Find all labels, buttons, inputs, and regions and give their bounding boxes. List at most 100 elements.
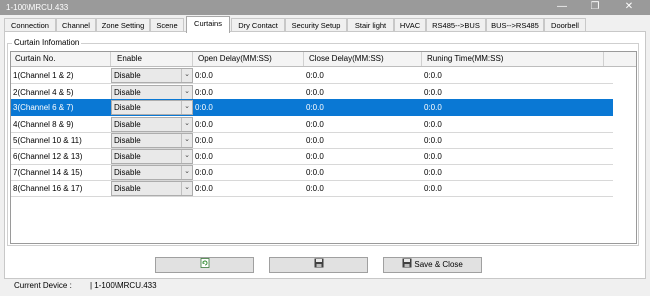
col-curtain-no: Curtain No. [15,54,56,63]
tab-connection[interactable]: Connection [4,18,56,32]
running-time[interactable]: 0:0.0 [424,168,442,177]
enable-value: Disable [114,103,141,112]
enable-value: Disable [114,136,141,145]
enable-value: Disable [114,152,141,161]
save-and-close-label: Save & Close [414,260,463,269]
tab-dry-contact[interactable]: Dry Contact [231,18,285,32]
curtain-no: 4(Channel 8 & 9) [13,120,74,129]
chevron-down-icon[interactable]: ⌄ [181,182,192,195]
running-time[interactable]: 0:0.0 [424,136,442,145]
save-and-close-button[interactable]: Save & Close [383,257,482,273]
table-row[interactable]: 7(Channel 14 & 15) Disable ⌄ 0:0.0 0:0.0 … [11,164,613,181]
col-enable: Enable [117,54,142,63]
current-device-value: | 1-100\MRCU.433 [90,281,157,290]
chevron-down-icon[interactable]: ⌄ [181,166,192,179]
minimize-icon[interactable]: — [555,1,569,13]
curtain-no: 3(Channel 6 & 7) [13,103,74,112]
current-device-label: Current Device : [14,281,72,290]
open-delay[interactable]: 0:0.0 [195,88,213,97]
curtain-no: 1(Channel 1 & 2) [13,71,74,80]
chevron-down-icon[interactable]: ⌄ [181,134,192,147]
running-time[interactable]: 0:0.0 [424,88,442,97]
running-time[interactable]: 0:0.0 [424,71,442,80]
open-delay[interactable]: 0:0.0 [195,103,213,112]
window-title: 1-100\MRCU.433 [6,3,69,12]
tab-hvac[interactable]: HVAC [394,18,426,32]
chevron-down-icon[interactable]: ⌄ [181,150,192,163]
col-divider [303,52,304,66]
open-delay[interactable]: 0:0.0 [195,120,213,129]
enable-value: Disable [114,184,141,193]
tab-curtains[interactable]: Curtains [186,16,230,33]
table-row[interactable]: 4(Channel 8 & 9) Disable ⌄ 0:0.0 0:0.0 0:… [11,116,613,133]
open-delay[interactable]: 0:0.0 [195,168,213,177]
running-time[interactable]: 0:0.0 [424,103,442,112]
curtain-no: 6(Channel 12 & 13) [13,152,83,161]
curtain-no: 7(Channel 14 & 15) [13,168,83,177]
tab-security-setup[interactable]: Security Setup [285,18,347,32]
floppy-disk-icon [314,258,323,268]
close-delay[interactable]: 0:0.0 [306,136,324,145]
enable-value: Disable [114,88,141,97]
enable-dropdown[interactable]: Disable ⌄ [111,100,193,115]
refresh-icon [200,258,209,268]
chevron-down-icon[interactable]: ⌄ [181,101,192,114]
close-delay[interactable]: 0:0.0 [306,71,324,80]
open-delay[interactable]: 0:0.0 [195,71,213,80]
enable-value: Disable [114,120,141,129]
save-button[interactable] [269,257,368,273]
table-row[interactable]: 5(Channel 10 & 11) Disable ⌄ 0:0.0 0:0.0 … [11,132,613,149]
close-delay[interactable]: 0:0.0 [306,120,324,129]
tab-bus-to-rs485[interactable]: BUS-->RS485 [486,18,544,32]
open-delay[interactable]: 0:0.0 [195,152,213,161]
close-delay[interactable]: 0:0.0 [306,152,324,161]
col-divider [421,52,422,66]
col-open-delay: Open Delay(MM:SS) [198,54,272,63]
close-icon[interactable]: ✕ [622,1,636,13]
enable-dropdown[interactable]: Disable ⌄ [111,85,193,100]
curtain-no: 8(Channel 16 & 17) [13,184,83,193]
curtain-no: 2(Channel 4 & 5) [13,88,74,97]
running-time[interactable]: 0:0.0 [424,120,442,129]
enable-dropdown[interactable]: Disable ⌄ [111,68,193,83]
enable-dropdown[interactable]: Disable ⌄ [111,165,193,180]
running-time[interactable]: 0:0.0 [424,184,442,193]
refresh-button[interactable] [155,257,254,273]
chevron-down-icon[interactable]: ⌄ [181,86,192,99]
title-bar: 1-100\MRCU.433 — ❐ ✕ [0,0,650,15]
enable-dropdown[interactable]: Disable ⌄ [111,149,193,164]
tab-doorbell[interactable]: Doorbell [544,18,586,32]
tab-scene[interactable]: Scene [150,18,184,32]
restore-icon[interactable]: ❐ [588,1,602,13]
chevron-down-icon[interactable]: ⌄ [181,69,192,82]
tab-rs485-to-bus[interactable]: RS485-->BUS [426,18,486,32]
close-delay[interactable]: 0:0.0 [306,88,324,97]
table-row[interactable]: 8(Channel 16 & 17) Disable ⌄ 0:0.0 0:0.0 … [11,180,613,197]
table-row[interactable]: 6(Channel 12 & 13) Disable ⌄ 0:0.0 0:0.0 … [11,148,613,165]
enable-dropdown[interactable]: Disable ⌄ [111,117,193,132]
table-header: Curtain No. Enable Open Delay(MM:SS) Clo… [11,52,636,67]
close-delay[interactable]: 0:0.0 [306,168,324,177]
tab-zone-setting[interactable]: Zone Setting [96,18,150,32]
curtain-no: 5(Channel 10 & 11) [13,136,82,145]
tab-stair-light[interactable]: Stair light [347,18,394,32]
table-row-selected[interactable]: 3(Channel 6 & 7) Disable ⌄ 0:0.0 0:0.0 0:… [11,99,613,116]
col-divider [110,52,111,66]
curtain-table: Curtain No. Enable Open Delay(MM:SS) Clo… [10,51,637,244]
open-delay[interactable]: 0:0.0 [195,136,213,145]
running-time[interactable]: 0:0.0 [424,152,442,161]
table-row[interactable]: 1(Channel 1 & 2) Disable ⌄ 0:0.0 0:0.0 0:… [11,67,613,84]
close-delay[interactable]: 0:0.0 [306,103,324,112]
col-divider [603,52,604,66]
floppy-disk-icon [402,258,412,268]
col-divider [192,52,193,66]
col-running-time: Runing Time(MM:SS) [427,54,504,63]
tab-channel[interactable]: Channel [56,18,96,32]
close-delay[interactable]: 0:0.0 [306,184,324,193]
col-close-delay: Close Delay(MM:SS) [309,54,384,63]
group-label: Curtain Infomation [12,38,82,47]
chevron-down-icon[interactable]: ⌄ [181,118,192,131]
enable-dropdown[interactable]: Disable ⌄ [111,181,193,196]
open-delay[interactable]: 0:0.0 [195,184,213,193]
enable-dropdown[interactable]: Disable ⌄ [111,133,193,148]
